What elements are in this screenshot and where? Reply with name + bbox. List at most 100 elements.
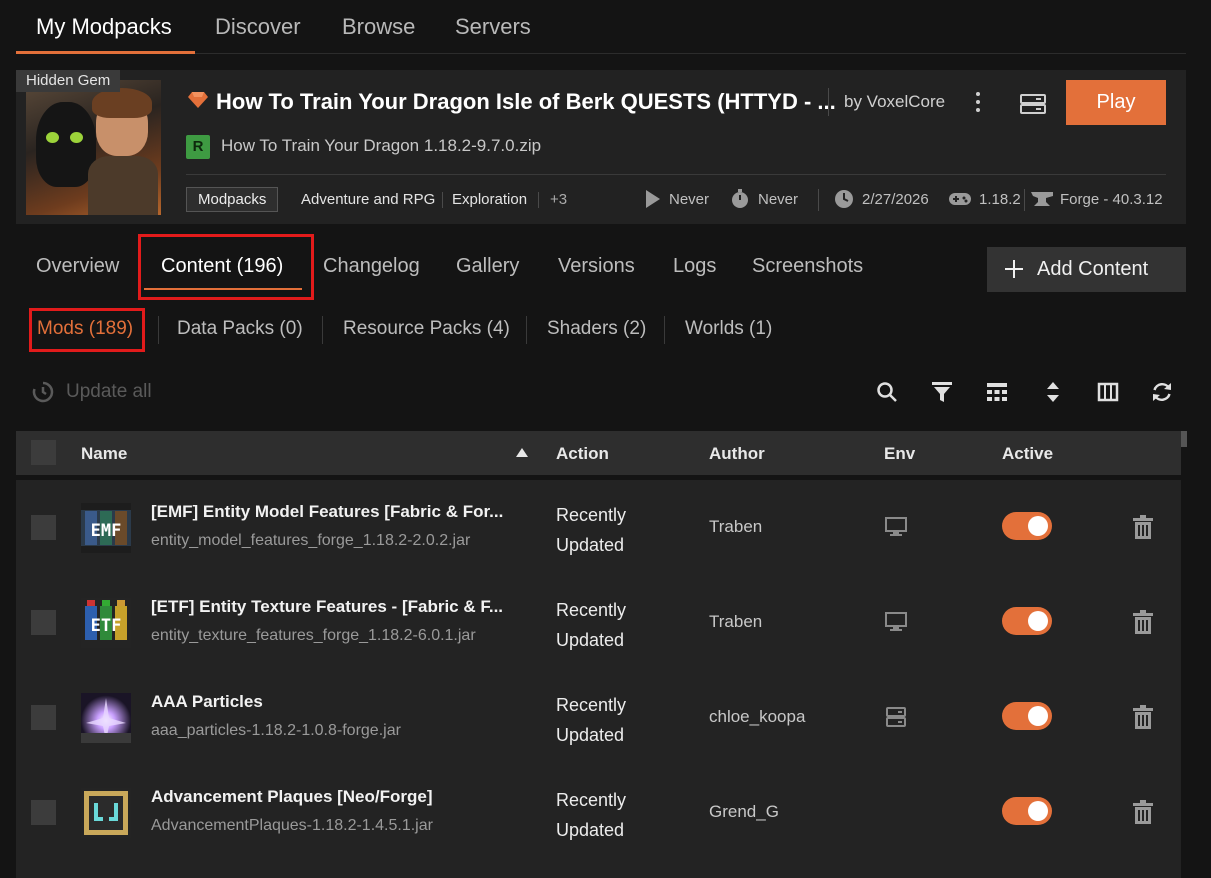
refresh-icon[interactable] [1151, 381, 1173, 403]
more-tags[interactable]: +3 [550, 191, 567, 208]
file-type-icon: R [186, 135, 210, 159]
active-toggle[interactable] [1002, 607, 1052, 635]
tab-overview[interactable]: Overview [36, 255, 119, 278]
row-checkbox[interactable] [31, 705, 56, 730]
mod-author[interactable]: Traben [709, 612, 762, 632]
action-line: Recently [556, 505, 627, 525]
table-row[interactable]: AAA Particles aaa_particles-1.18.2-1.0.8… [16, 670, 1181, 765]
stopwatch-icon [732, 189, 748, 208]
client-monitor-icon [885, 517, 907, 536]
action-line: Updated [556, 630, 625, 650]
trash-icon[interactable] [1133, 515, 1153, 539]
tab-versions[interactable]: Versions [558, 255, 635, 278]
plus-icon [1005, 260, 1023, 278]
mod-name[interactable]: [EMF] Entity Model Features [Fabric & Fo… [151, 502, 503, 522]
update-all-button[interactable]: Update all [32, 381, 152, 403]
gamepad-icon [949, 193, 971, 205]
mod-icon-label: ETF [91, 616, 122, 636]
subtab-worlds[interactable]: Worlds (1) [685, 318, 772, 340]
column-author[interactable]: Author [709, 444, 765, 464]
trash-icon[interactable] [1133, 800, 1153, 824]
tab-logs[interactable]: Logs [673, 255, 716, 278]
divider [828, 88, 829, 116]
select-all-checkbox[interactable] [31, 440, 56, 465]
mod-action: Recently Updated [556, 595, 666, 655]
tab-screenshots[interactable]: Screenshots [752, 255, 863, 278]
action-line: Recently [556, 695, 627, 715]
row-checkbox[interactable] [31, 610, 56, 635]
divider [818, 189, 819, 211]
mod-name[interactable]: [ETF] Entity Texture Features - [Fabric … [151, 597, 503, 617]
grid-icon[interactable] [986, 381, 1008, 403]
trash-icon[interactable] [1133, 705, 1153, 729]
client-monitor-icon [885, 612, 907, 631]
mod-action: Recently Updated [556, 785, 666, 845]
mod-name[interactable]: Advancement Plaques [Neo/Forge] [151, 787, 433, 807]
category-chip[interactable]: Modpacks [186, 187, 279, 212]
divider [322, 316, 323, 344]
tab-my-modpacks[interactable]: My Modpacks [36, 14, 172, 40]
mod-author[interactable]: Grend_G [709, 802, 779, 822]
sort-ascending-icon[interactable] [516, 448, 528, 457]
subtab-data-packs[interactable]: Data Packs (0) [177, 318, 303, 340]
active-toggle[interactable] [1002, 702, 1052, 730]
mod-name[interactable]: AAA Particles [151, 692, 263, 712]
columns-icon[interactable] [1097, 381, 1119, 403]
mods-table-body: EMF [EMF] Entity Model Features [Fabric … [16, 480, 1181, 878]
server-icon[interactable] [1020, 94, 1046, 114]
modpack-date: 2/27/2026 [862, 191, 929, 208]
divider [1024, 189, 1025, 211]
scrollbar[interactable] [1181, 431, 1187, 447]
mod-author[interactable]: Traben [709, 517, 762, 537]
mod-file: entity_texture_features_forge_1.18.2-6.0… [151, 627, 476, 644]
server-icon [886, 707, 906, 727]
action-line: Updated [556, 535, 625, 555]
gem-icon [188, 92, 208, 108]
mod-icon: ETF [81, 598, 131, 648]
row-checkbox[interactable] [31, 515, 56, 540]
column-active[interactable]: Active [1002, 444, 1053, 464]
update-clock-icon [32, 381, 54, 403]
tab-gallery[interactable]: Gallery [456, 255, 519, 278]
search-icon[interactable] [876, 381, 898, 403]
modpack-author[interactable]: by VoxelCore [844, 92, 945, 112]
divider [526, 316, 527, 344]
active-toggle[interactable] [1002, 797, 1052, 825]
table-row[interactable]: EMF [EMF] Entity Model Features [Fabric … [16, 480, 1181, 575]
play-button[interactable]: Play [1066, 80, 1166, 125]
action-line: Updated [556, 820, 625, 840]
mod-icon-label: EMF [91, 521, 122, 541]
trash-icon[interactable] [1133, 610, 1153, 634]
column-action[interactable]: Action [556, 444, 609, 464]
mod-author[interactable]: chloe_koopa [709, 707, 805, 727]
modpack-title[interactable]: How To Train Your Dragon Isle of Berk QU… [216, 89, 836, 115]
filter-icon[interactable] [931, 381, 953, 403]
divider [442, 192, 443, 208]
tab-servers[interactable]: Servers [455, 14, 531, 40]
more-options-icon[interactable] [970, 90, 986, 116]
table-header: Name Action Author Env Active [16, 431, 1181, 475]
row-checkbox[interactable] [31, 800, 56, 825]
mod-icon [81, 693, 131, 743]
modpack-thumbnail[interactable] [26, 80, 161, 215]
action-line: Updated [556, 725, 625, 745]
subtab-resource-packs[interactable]: Resource Packs (4) [343, 318, 510, 340]
sort-icon[interactable] [1042, 381, 1064, 403]
column-name[interactable]: Name [81, 444, 127, 464]
add-content-button[interactable]: Add Content [987, 247, 1186, 292]
tag-adventure[interactable]: Adventure and RPG [301, 191, 435, 208]
tab-browse[interactable]: Browse [342, 14, 415, 40]
tab-discover[interactable]: Discover [215, 14, 301, 40]
mod-file: aaa_particles-1.18.2-1.0.8-forge.jar [151, 722, 401, 739]
highlight-box [29, 308, 145, 352]
column-env[interactable]: Env [884, 444, 915, 464]
top-nav: My Modpacks Discover Browse Servers [16, 0, 1186, 54]
play-icon [646, 190, 660, 208]
table-row[interactable]: ETF [ETF] Entity Texture Features - [Fab… [16, 575, 1181, 670]
table-row[interactable]: Advancement Plaques [Neo/Forge] Advancem… [16, 765, 1181, 860]
minecraft-version: 1.18.2 [979, 191, 1021, 208]
subtab-shaders[interactable]: Shaders (2) [547, 318, 646, 340]
tab-changelog[interactable]: Changelog [323, 255, 420, 278]
tag-exploration[interactable]: Exploration [452, 191, 527, 208]
active-toggle[interactable] [1002, 512, 1052, 540]
